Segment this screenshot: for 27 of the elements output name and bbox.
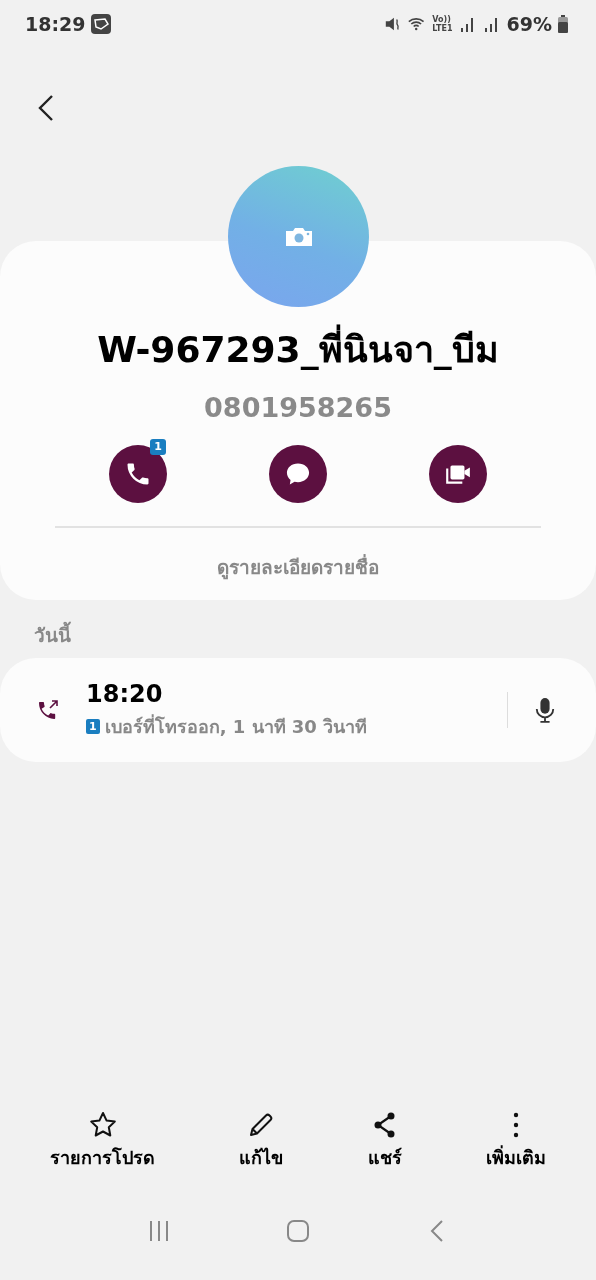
video-call-button[interactable] [429, 445, 487, 503]
camera-icon [283, 225, 314, 248]
contact-name: W-967293_พี่นินจา_บีม [97, 321, 499, 378]
phone-number: 0801958265 [204, 392, 392, 423]
call-description: เบอร์ที่โทรออก, 1 นาที 30 วินาที [104, 713, 368, 739]
app-notification-icon [91, 14, 112, 34]
more-button[interactable]: เพิ่มเติม [485, 1111, 546, 1172]
edit-button[interactable]: แก้ไข [239, 1111, 284, 1172]
star-icon [88, 1111, 117, 1139]
network-label: Vo)) LTE1 [432, 15, 453, 33]
back-icon[interactable] [38, 94, 54, 122]
microphone-icon[interactable] [534, 696, 556, 724]
more-icon [512, 1112, 519, 1138]
share-button[interactable]: แชร์ [367, 1111, 402, 1172]
call-log-card[interactable]: 18:20 1 เบอร์ที่โทรออก, 1 นาที 30 วินาที [0, 658, 596, 762]
wifi-icon [408, 15, 427, 33]
outgoing-call-icon [36, 698, 60, 722]
home-icon[interactable] [286, 1220, 310, 1242]
status-time: 18:29 [25, 13, 86, 35]
call-time: 18:20 [86, 679, 164, 708]
battery-icon [558, 15, 568, 33]
section-heading: วันนี้ [0, 600, 596, 654]
sim-badge: 1 [86, 718, 100, 734]
sim-badge: 1 [150, 439, 166, 455]
battery-percent: 69% [506, 13, 552, 35]
message-button[interactable] [269, 445, 327, 503]
favorites-button[interactable]: รายการโปรด [50, 1111, 156, 1172]
